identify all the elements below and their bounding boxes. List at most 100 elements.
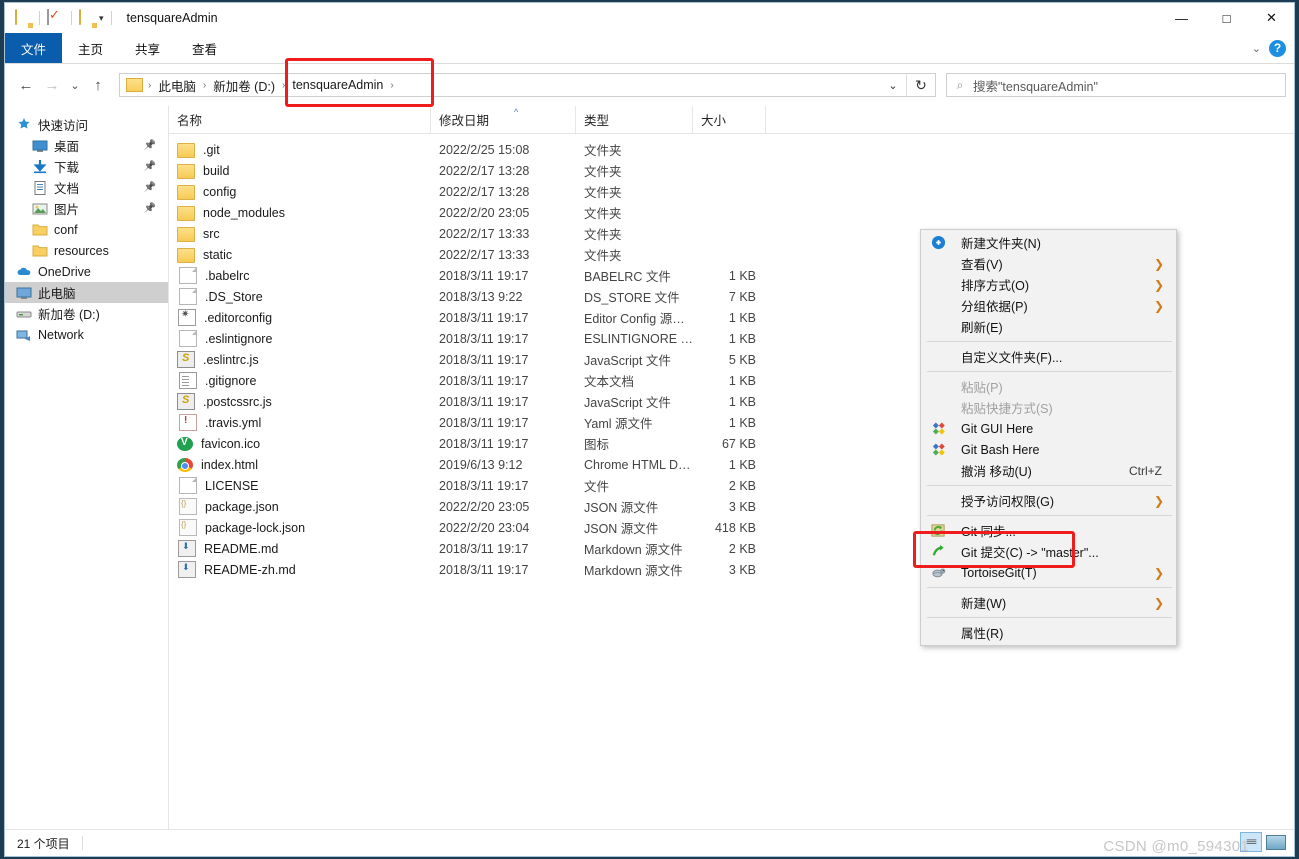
json-file-icon	[179, 498, 197, 515]
table-row[interactable]: node_modules 2022/2/20 23:05 文件夹	[169, 202, 1294, 223]
sidebar-item-9[interactable]: 新加卷 (D:)	[5, 303, 168, 324]
text-file-icon	[179, 372, 197, 389]
column-header-date[interactable]: 修改日期	[431, 106, 576, 133]
menu-item-11[interactable]: 授予访问权限(G) ❯	[921, 490, 1176, 511]
minimize-button[interactable]: —	[1159, 3, 1204, 33]
maximize-button[interactable]: □	[1204, 3, 1249, 33]
folder-icon[interactable]	[15, 8, 32, 27]
sidebar-item-10[interactable]: Network	[5, 324, 168, 345]
menu-item-2[interactable]: 排序方式(O) ❯	[921, 274, 1176, 295]
menu-item-0[interactable]: 新建文件夹(N)	[921, 232, 1176, 253]
chevron-right-icon: ❯	[1153, 298, 1164, 313]
new-folder-icon	[931, 235, 947, 251]
pin-icon[interactable]: 📌	[144, 182, 156, 193]
chevron-right-icon: ❯	[1153, 493, 1164, 508]
sidebar-item-8[interactable]: 此电脑	[5, 282, 168, 303]
menu-item-13[interactable]: Git 提交(C) -> "master"...	[921, 541, 1176, 562]
up-button[interactable]: ↑	[85, 72, 111, 98]
large-icons-view-icon[interactable]	[1266, 833, 1286, 851]
file-date-cell: 2019/6/13 9:12	[439, 457, 523, 472]
column-header-type[interactable]: 类型	[576, 106, 693, 133]
breadcrumb-item-this-pc[interactable]: 此电脑	[154, 76, 200, 95]
menu-item-12[interactable]: Git 同步...	[921, 520, 1176, 541]
table-row[interactable]: build 2022/2/17 13:28 文件夹	[169, 160, 1294, 181]
forward-button[interactable]: →	[39, 72, 65, 98]
sidebar-item-5[interactable]: conf	[5, 219, 168, 240]
help-icon[interactable]: ?	[1269, 39, 1286, 57]
sidebar-item-0[interactable]: 快速访问	[5, 114, 168, 135]
folder-icon	[31, 221, 48, 238]
menu-item-label: 排序方式(O)	[961, 279, 1030, 293]
sidebar-item-3[interactable]: 文档 📌	[5, 177, 168, 198]
breadcrumb[interactable]: › 此电脑 › 新加卷 (D:) › tensquareAdmin › ⌄ ↻	[119, 73, 936, 97]
menu-item-8[interactable]: Git GUI Here	[921, 418, 1176, 439]
menu-item-14[interactable]: TortoiseGit(T) ❯	[921, 562, 1176, 583]
back-button[interactable]: ←	[13, 72, 39, 98]
sidebar-item-label: 快速访问	[38, 119, 89, 133]
file-type-cell: 文件夹	[584, 249, 622, 263]
sidebar-item-7[interactable]: OneDrive	[5, 261, 168, 282]
recent-locations-button[interactable]: ⌄	[65, 72, 85, 98]
breadcrumb-separator[interactable]: ›	[387, 80, 396, 91]
refresh-icon[interactable]: ↻	[906, 74, 935, 96]
file-date-cell: 2018/3/11 19:17	[439, 310, 529, 325]
search-input[interactable]: ⌕ 搜索"tensquareAdmin"	[946, 73, 1286, 97]
breadcrumb-separator[interactable]: ›	[279, 80, 288, 91]
generic-file-icon	[179, 330, 197, 347]
pin-icon[interactable]: 📌	[144, 140, 156, 151]
tab-home[interactable]: 主页	[62, 33, 119, 63]
generic-file-icon	[179, 477, 197, 494]
menu-item-15[interactable]: 新建(W) ❯	[921, 592, 1176, 613]
file-name-cell: .git	[169, 141, 431, 158]
file-type-cell: Editor Config 源…	[584, 312, 685, 326]
properties-icon[interactable]	[47, 8, 64, 27]
pin-icon[interactable]: 📌	[144, 161, 156, 172]
menu-item-10[interactable]: 撤消 移动(U) Ctrl+Z	[921, 460, 1176, 481]
favicon-icon	[177, 437, 193, 451]
javascript-file-icon	[177, 393, 195, 410]
chevron-down-icon[interactable]: ⌄	[1252, 42, 1261, 55]
close-button[interactable]: ✕	[1249, 3, 1294, 33]
file-size-cell: 3 KB	[728, 499, 756, 514]
pin-icon[interactable]: 📌	[144, 203, 156, 214]
breadcrumb-item-tensquareadmin[interactable]: tensquareAdmin	[288, 78, 387, 92]
menu-item-3[interactable]: 分组依据(P) ❯	[921, 295, 1176, 316]
sidebar-item-label: conf	[54, 222, 78, 237]
cloud-icon	[15, 263, 32, 280]
menu-item-label: 新建(W)	[961, 597, 1007, 611]
menu-item-9[interactable]: Git Bash Here	[921, 439, 1176, 460]
chevron-down-icon[interactable]: ▾	[99, 13, 104, 24]
file-name-cell: .editorconfig	[169, 309, 431, 326]
column-header-name[interactable]: 名称	[169, 106, 431, 133]
sidebar-item-6[interactable]: resources	[5, 240, 168, 261]
file-type-cell: Chrome HTML D…	[584, 457, 691, 472]
menu-item-label: 新建文件夹(N)	[961, 237, 1041, 251]
file-size-cell: 1 KB	[728, 394, 756, 409]
menu-separator	[927, 617, 1172, 618]
sidebar-item-1[interactable]: 桌面 📌	[5, 135, 168, 156]
tab-share[interactable]: 共享	[119, 33, 176, 63]
file-name-cell: node_modules	[169, 204, 431, 221]
file-date-cell: 2022/2/20 23:05	[439, 205, 530, 220]
breadcrumb-separator[interactable]: ›	[200, 80, 209, 91]
new-folder-icon[interactable]	[79, 8, 96, 27]
menu-item-5[interactable]: 自定义文件夹(F)...	[921, 346, 1176, 367]
menu-separator	[927, 515, 1172, 516]
file-date-cell: 2022/2/17 13:33	[439, 247, 530, 262]
table-row[interactable]: .git 2022/2/25 15:08 文件夹	[169, 139, 1294, 160]
file-type-cell: 文件夹	[584, 144, 622, 158]
file-type-cell: 图标	[584, 438, 610, 452]
file-date-cell: 2022/2/20 23:04	[439, 520, 530, 535]
menu-item-16[interactable]: 属性(R)	[921, 622, 1176, 643]
column-header-size[interactable]: 大小	[693, 106, 766, 133]
tab-view[interactable]: 查看	[176, 33, 233, 63]
table-row[interactable]: config 2022/2/17 13:28 文件夹	[169, 181, 1294, 202]
tab-file[interactable]: 文件	[5, 33, 63, 63]
breadcrumb-item-drive-d[interactable]: 新加卷 (D:)	[209, 76, 279, 95]
breadcrumb-separator[interactable]: ›	[145, 80, 154, 91]
menu-item-4[interactable]: 刷新(E)	[921, 316, 1176, 337]
menu-item-1[interactable]: 查看(V) ❯	[921, 253, 1176, 274]
chevron-down-icon[interactable]: ⌄	[880, 74, 906, 96]
sidebar-item-4[interactable]: 图片 📌	[5, 198, 168, 219]
sidebar-item-2[interactable]: 下载 📌	[5, 156, 168, 177]
